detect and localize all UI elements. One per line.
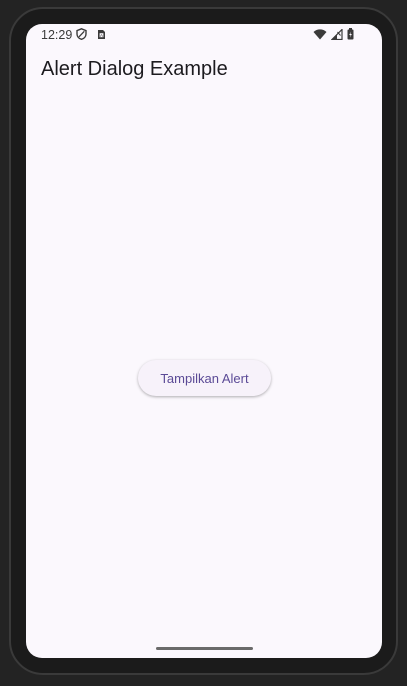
shield-icon (76, 28, 87, 40)
show-alert-button[interactable]: Tampilkan Alert (138, 360, 271, 396)
wifi-icon (313, 28, 327, 40)
sim-card-icon: A (97, 29, 106, 40)
status-time: 12:29 (41, 28, 73, 42)
status-right-icons (313, 28, 354, 40)
battery-icon (347, 28, 354, 40)
signal-icon (331, 28, 343, 40)
phone-screen: 12:29 A Alert Dialog Example Tampilkan A… (26, 24, 382, 658)
status-bar: 12:29 A (26, 24, 382, 46)
status-left-icons: A (76, 28, 106, 40)
show-alert-button-label: Tampilkan Alert (160, 370, 249, 386)
gesture-nav-handle[interactable] (156, 647, 253, 650)
app-bar-title: Alert Dialog Example (41, 58, 228, 80)
svg-text:A: A (100, 32, 103, 37)
